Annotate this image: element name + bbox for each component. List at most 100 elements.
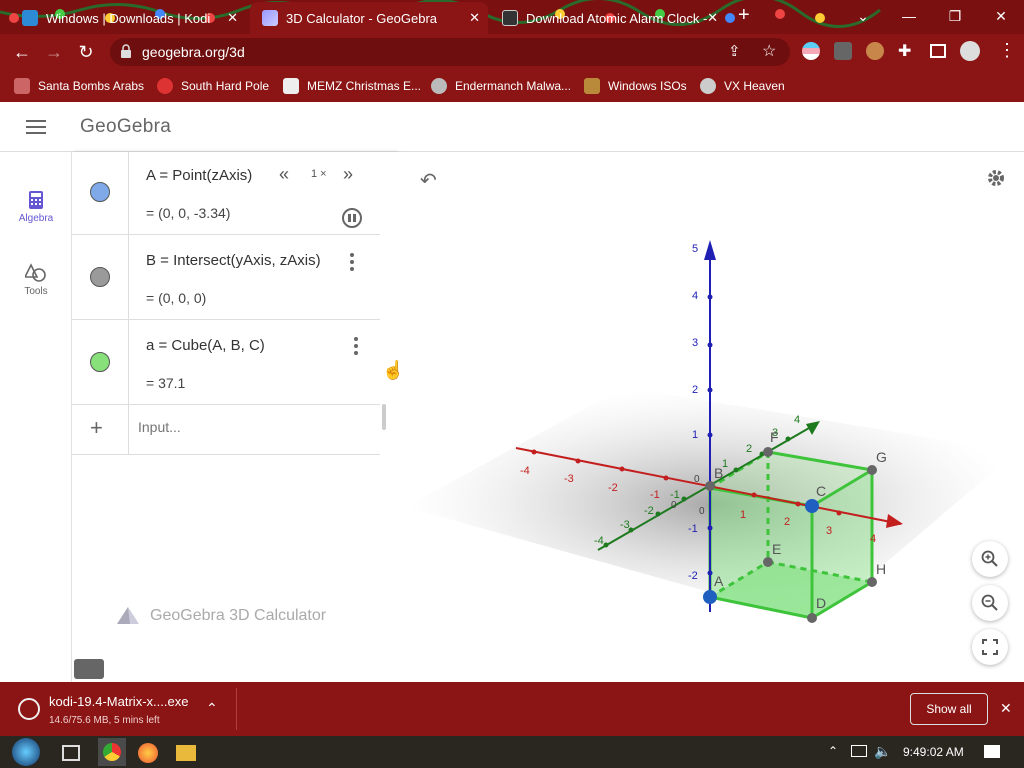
minimize-button[interactable]: — [886, 0, 932, 32]
tab-atomic-alarm[interactable]: Download Atomic Alarm Clock - ✕ [490, 2, 726, 34]
point-E[interactable] [763, 557, 773, 567]
bookmark-item[interactable]: Santa Bombs Arabs [14, 76, 144, 96]
close-download-bar-icon[interactable]: ✕ [1000, 700, 1012, 717]
bookmark-item[interactable]: VX Heaven [700, 76, 785, 96]
forward-arrow-icon[interactable]: → [42, 40, 66, 64]
item-menu-icon[interactable] [350, 253, 354, 274]
tab-kodi[interactable]: Windows | Downloads | Kodi ✕ [10, 2, 246, 34]
geogebra-3d-watermark: GeoGebra 3D Calculator [116, 606, 326, 626]
bookmark-item[interactable]: South Hard Pole [157, 76, 269, 96]
algebra-item-a[interactable]: a = Cube(A, B, C) = 37.1 [72, 320, 380, 405]
address-bar[interactable]: geogebra.org/3d [110, 38, 790, 66]
visibility-toggle-marble[interactable] [90, 352, 110, 372]
tab-geogebra[interactable]: 3D Calculator - GeoGebra ✕ [250, 2, 488, 34]
point-H[interactable] [867, 577, 877, 587]
show-all-downloads-button[interactable]: Show all [910, 693, 988, 725]
tab-title: Download Atomic Alarm Clock - [526, 10, 708, 26]
point-F[interactable] [763, 447, 773, 457]
pause-icon[interactable] [342, 208, 362, 228]
origin-label: 0 [699, 506, 705, 517]
panel-scrollbar[interactable] [382, 404, 386, 430]
visibility-toggle-marble[interactable] [90, 267, 110, 287]
bookmark-label: South Hard Pole [181, 79, 270, 93]
y-tick-label: 4 [794, 414, 800, 426]
back-arrow-icon[interactable]: ← [10, 40, 34, 64]
taskbar-clock[interactable]: 9:49:02 AM [903, 745, 964, 759]
speed-up-icon[interactable]: » [343, 164, 353, 185]
mouse-cursor-hand-icon: ☝ [382, 360, 405, 380]
restore-button[interactable]: ❐ [932, 0, 978, 32]
point-D[interactable] [807, 613, 817, 623]
file-explorer-icon[interactable] [176, 745, 196, 761]
point-label: H [876, 561, 886, 577]
share-icon[interactable]: ⇪ [728, 42, 741, 60]
zoom-in-button[interactable] [972, 541, 1008, 577]
zoom-out-button[interactable] [972, 585, 1008, 621]
notifications-icon[interactable] [984, 745, 1000, 758]
point-label: C [816, 483, 826, 499]
algebra-tab-button[interactable]: Algebra [0, 190, 72, 224]
firefox-icon[interactable] [138, 743, 158, 763]
keyboard-icon[interactable] [74, 659, 104, 679]
tray-chevron-icon[interactable]: ⌃ [828, 744, 838, 758]
point-B[interactable] [705, 481, 715, 491]
reload-icon[interactable]: ↻ [74, 40, 98, 64]
plus-icon[interactable]: + [90, 415, 103, 441]
tools-tab-button[interactable]: Tools [0, 263, 72, 297]
bookmark-item[interactable]: Windows ISOs [584, 76, 687, 96]
download-progress-icon[interactable] [18, 698, 40, 720]
point-C[interactable] [805, 499, 819, 513]
slow-down-icon[interactable]: « [279, 164, 289, 185]
z-tick-label: 4 [692, 290, 698, 302]
extensions-puzzle-icon[interactable]: ✚ [898, 41, 911, 61]
profile-avatar-icon[interactable] [960, 41, 980, 61]
algebra-definition[interactable]: a = Cube(A, B, C) [146, 337, 265, 354]
algebra-input-row[interactable]: + [72, 405, 380, 455]
extension-avatar-icon[interactable] [866, 42, 884, 60]
3d-scene[interactable]: 5 4 3 2 1 -1 -2 -4 -3 -2 -1 1 2 3 4 -4 - [396, 152, 1024, 682]
bookmark-item[interactable]: MEMZ Christmas E... [283, 76, 421, 96]
browser-menu-icon[interactable]: ⋮ [998, 40, 1016, 61]
extension-flag-icon[interactable] [802, 42, 820, 60]
endermanch-icon [431, 78, 447, 94]
animation-speed[interactable]: 1 × [311, 168, 327, 180]
download-options-chevron-icon[interactable]: ⌃ [206, 700, 218, 717]
taskbar-chrome-button[interactable] [98, 738, 126, 766]
extension-s-icon[interactable] [834, 42, 852, 60]
settings-gear-icon[interactable] [986, 168, 1006, 188]
windows-start-icon[interactable] [12, 738, 40, 766]
algebra-item-A[interactable]: A = Point(zAxis) = (0, 0, -3.34) « 1 × » [72, 152, 380, 235]
z-tick-label: 5 [692, 243, 698, 255]
bookmark-star-icon[interactable]: ☆ [762, 41, 776, 61]
left-rail [0, 152, 72, 682]
algebra-input[interactable] [138, 419, 358, 435]
point-label: E [772, 541, 781, 557]
algebra-definition[interactable]: B = Intersect(yAxis, zAxis) [146, 252, 321, 269]
cube-face [710, 488, 812, 618]
hamburger-menu-icon[interactable] [26, 120, 46, 136]
tab-close-icon[interactable]: ✕ [227, 10, 238, 26]
download-filename[interactable]: kodi-19.4-Matrix-x....exe [49, 694, 188, 709]
graphics-3d-view[interactable]: 5 4 3 2 1 -1 -2 -4 -3 -2 -1 1 2 3 4 -4 - [396, 152, 1024, 682]
side-panel-icon[interactable] [930, 44, 946, 58]
tab-close-icon[interactable]: ✕ [469, 10, 480, 26]
item-menu-icon[interactable] [354, 337, 358, 358]
bookmark-item[interactable]: Endermanch Malwa... [431, 76, 571, 96]
point-G[interactable] [867, 465, 877, 475]
volume-icon[interactable]: 🔈 [874, 743, 891, 760]
algebra-definition[interactable]: A = Point(zAxis) [146, 167, 252, 184]
tab-search-chevron-icon[interactable]: ⌄ [840, 0, 886, 32]
z-tick-label: -2 [688, 570, 698, 582]
network-icon[interactable] [851, 745, 867, 757]
zoom-out-icon [981, 594, 998, 611]
visibility-toggle-marble[interactable] [90, 182, 110, 202]
tab-close-icon[interactable]: ✕ [707, 10, 718, 26]
close-window-button[interactable]: ✕ [978, 0, 1024, 32]
algebra-item-B[interactable]: B = Intersect(yAxis, zAxis) = (0, 0, 0) [72, 235, 380, 320]
fullscreen-button[interactable] [972, 629, 1008, 665]
undo-icon[interactable]: ↶ [420, 168, 437, 193]
x-tick-label: -4 [520, 465, 530, 477]
new-tab-button[interactable]: + [738, 4, 750, 27]
task-view-icon[interactable] [62, 745, 80, 761]
point-A[interactable] [703, 590, 717, 604]
